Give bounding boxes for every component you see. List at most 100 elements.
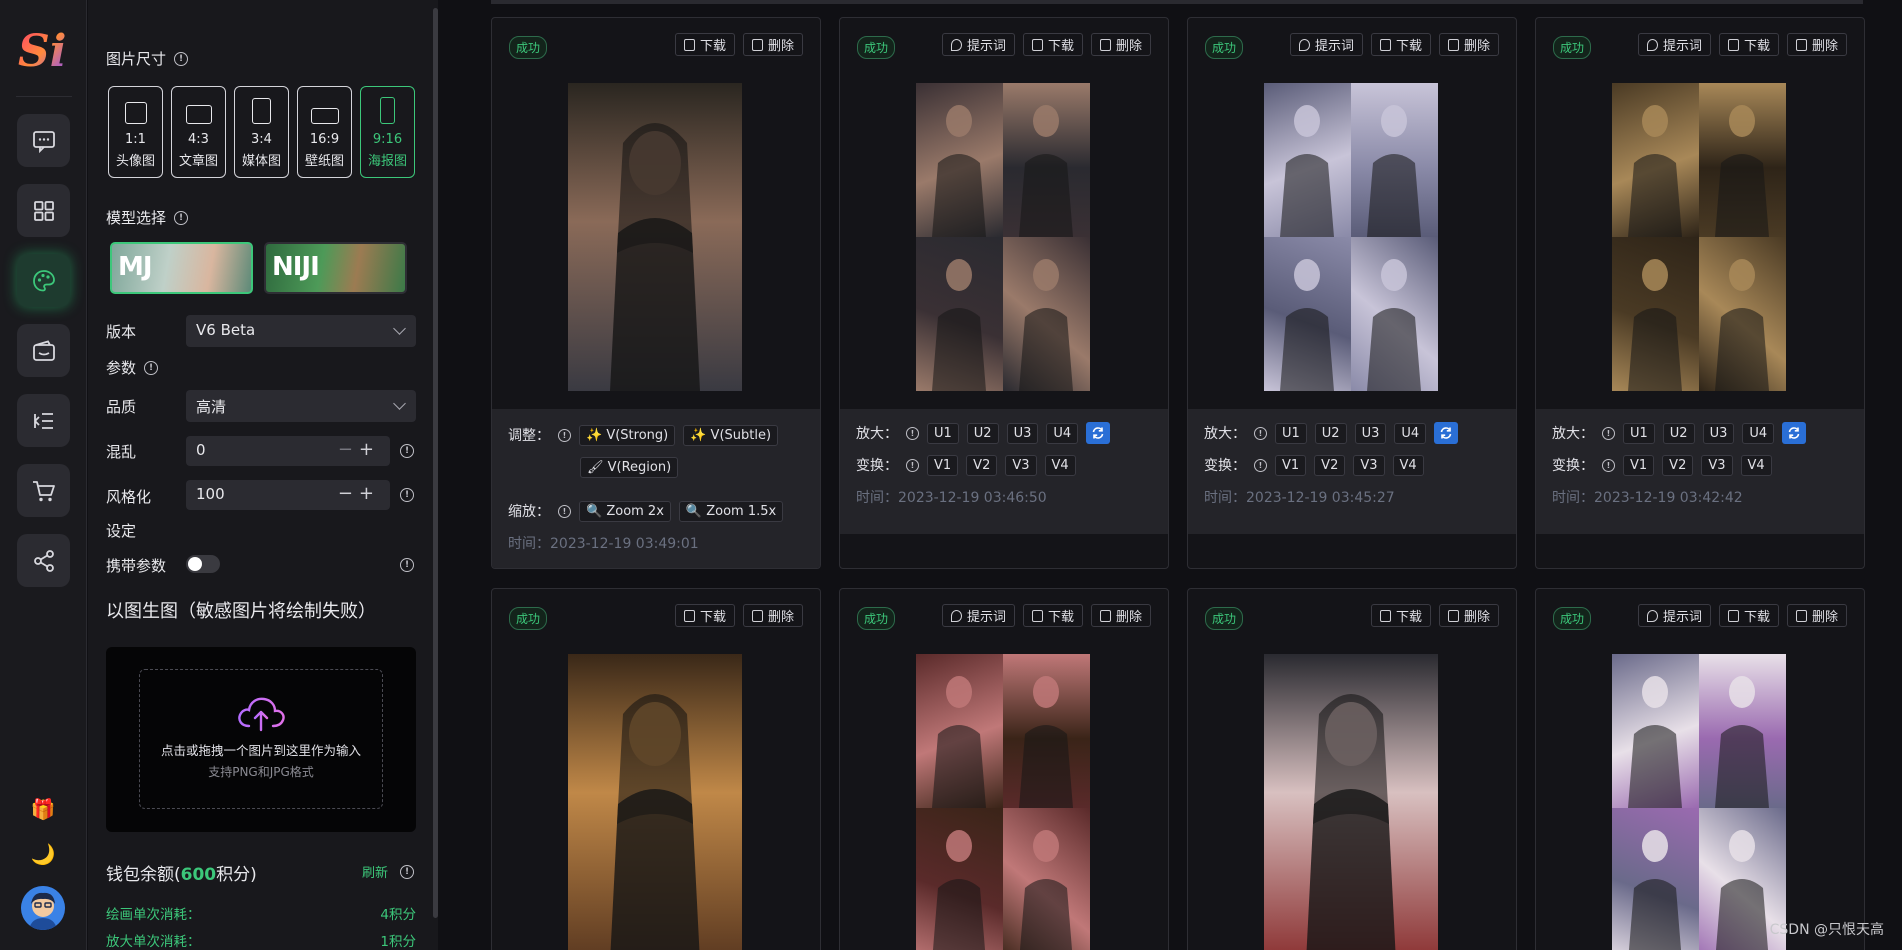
zoom-2x-button[interactable]: 🔍 Zoom 2x <box>579 500 671 522</box>
grid-image[interactable] <box>916 654 1003 808</box>
variation-v3-button[interactable]: V3 <box>1005 454 1037 476</box>
grid-image[interactable] <box>916 808 1003 950</box>
variation-v1-button[interactable]: V1 <box>1275 454 1307 476</box>
ratio-9-16[interactable]: 9:16 海报图 <box>360 86 415 178</box>
grid-image[interactable] <box>1003 83 1090 237</box>
delete-button[interactable]: 删除 <box>1090 604 1151 627</box>
upscale-u3-button[interactable]: U3 <box>1702 422 1735 444</box>
grid-image[interactable] <box>1612 654 1699 808</box>
variation-v2-button[interactable]: V2 <box>1662 454 1694 476</box>
delete-button[interactable]: 删除 <box>1438 604 1499 627</box>
grid-image[interactable] <box>1264 83 1351 237</box>
download-button[interactable]: 下载 <box>1370 33 1431 56</box>
chaos-stepper[interactable]: 0 −+ <box>186 436 390 466</box>
v-subtle-button[interactable]: ✨ V(Subtle) <box>683 424 779 446</box>
info-icon[interactable]: ! <box>400 444 414 458</box>
download-button[interactable]: 下载 <box>1718 33 1779 56</box>
ratio-4-3[interactable]: 4:3 文章图 <box>171 86 226 178</box>
variation-v4-button[interactable]: V4 <box>1740 454 1772 476</box>
stylize-stepper[interactable]: 100 −+ <box>186 480 390 510</box>
nav-list[interactable] <box>17 394 70 447</box>
nav-wallet[interactable] <box>17 324 70 377</box>
info-icon[interactable]: ! <box>906 426 919 440</box>
info-icon[interactable]: ! <box>1254 458 1267 472</box>
delete-button[interactable]: 删除 <box>1090 33 1151 56</box>
reroll-button[interactable] <box>1782 422 1807 444</box>
nav-apps[interactable] <box>17 184 70 237</box>
upload-area[interactable]: 点击或拖拽一个图片到这里作为输入 支持PNG和JPG格式 <box>106 647 416 832</box>
info-icon[interactable]: ! <box>1602 458 1615 472</box>
quality-select[interactable]: 高清 <box>186 390 416 422</box>
moon-icon[interactable]: 🌙 <box>29 840 57 868</box>
grid-image[interactable] <box>916 237 1003 391</box>
prompt-button[interactable]: 提示词 <box>1289 33 1363 56</box>
result-image[interactable] <box>1264 654 1438 950</box>
result-image[interactable] <box>568 83 742 391</box>
download-button[interactable]: 下载 <box>1718 604 1779 627</box>
grid-image[interactable] <box>1699 237 1786 391</box>
variation-v4-button[interactable]: V4 <box>1044 454 1076 476</box>
v-region-button[interactable]: 🖌 V(Region) <box>580 456 679 478</box>
download-button[interactable]: 下载 <box>1370 604 1431 627</box>
nav-cart[interactable] <box>17 464 70 517</box>
upscale-u2-button[interactable]: U2 <box>966 422 999 444</box>
prompt-button[interactable]: 提示词 <box>941 33 1015 56</box>
grid-image[interactable] <box>1351 83 1438 237</box>
info-icon[interactable]: ! <box>558 504 571 518</box>
ratio-3-4[interactable]: 3:4 媒体图 <box>234 86 289 178</box>
minus-icon[interactable]: − <box>338 483 359 504</box>
info-icon[interactable]: ! <box>144 360 159 375</box>
version-select[interactable]: V6 Beta <box>186 315 416 347</box>
grid-image[interactable] <box>1264 237 1351 391</box>
variation-v1-button[interactable]: V1 <box>927 454 959 476</box>
grid-image[interactable] <box>1699 83 1786 237</box>
delete-button[interactable]: 删除 <box>1786 33 1847 56</box>
info-icon[interactable]: ! <box>400 865 414 879</box>
grid-image[interactable] <box>1003 808 1090 950</box>
grid-image[interactable] <box>1699 654 1786 808</box>
v-strong-button[interactable]: ✨ V(Strong) <box>579 424 676 446</box>
info-icon[interactable]: ! <box>1602 426 1615 440</box>
carry-params-toggle[interactable] <box>186 555 220 573</box>
prompt-button[interactable]: 提示词 <box>1637 604 1711 627</box>
grid-image[interactable] <box>1612 83 1699 237</box>
upscale-u4-button[interactable]: U4 <box>1046 422 1079 444</box>
grid-image[interactable] <box>1003 654 1090 808</box>
nav-chat[interactable] <box>17 114 70 167</box>
variation-v1-button[interactable]: V1 <box>1623 454 1655 476</box>
variation-v2-button[interactable]: V2 <box>1314 454 1346 476</box>
upload-dropzone[interactable]: 点击或拖拽一个图片到这里作为输入 支持PNG和JPG格式 <box>139 669 383 809</box>
reroll-button[interactable] <box>1086 422 1111 444</box>
download-button[interactable]: 下载 <box>674 33 735 56</box>
upscale-u3-button[interactable]: U3 <box>1006 422 1039 444</box>
minus-icon[interactable]: − <box>338 439 359 460</box>
zoom-15x-button[interactable]: 🔍 Zoom 1.5x <box>678 500 784 522</box>
info-icon[interactable]: ! <box>174 210 189 225</box>
download-button[interactable]: 下载 <box>674 604 735 627</box>
nav-share[interactable] <box>17 534 70 587</box>
upscale-u1-button[interactable]: U1 <box>1275 422 1307 444</box>
grid-image[interactable] <box>1612 808 1699 950</box>
refresh-link[interactable]: 刷新 <box>362 862 388 881</box>
ratio-1-1[interactable]: 1:1 头像图 <box>108 86 163 178</box>
plus-icon[interactable]: + <box>359 439 380 460</box>
upscale-u4-button[interactable]: U4 <box>1742 422 1775 444</box>
plus-icon[interactable]: + <box>359 483 380 504</box>
nav-draw[interactable] <box>17 254 70 307</box>
info-icon[interactable]: ! <box>400 488 414 502</box>
download-button[interactable]: 下载 <box>1022 604 1083 627</box>
result-image[interactable] <box>568 654 742 950</box>
gift-icon[interactable]: 🎁 <box>29 795 57 823</box>
upscale-u2-button[interactable]: U2 <box>1662 422 1695 444</box>
upscale-u4-button[interactable]: U4 <box>1394 422 1427 444</box>
prompt-button[interactable]: 提示词 <box>941 604 1015 627</box>
stepper-controls[interactable]: −+ <box>338 439 380 460</box>
variation-v3-button[interactable]: V3 <box>1701 454 1733 476</box>
info-icon[interactable]: ! <box>400 558 414 572</box>
delete-button[interactable]: 删除 <box>742 604 803 627</box>
delete-button[interactable]: 删除 <box>1786 604 1847 627</box>
variation-v3-button[interactable]: V3 <box>1353 454 1385 476</box>
avatar[interactable] <box>21 886 65 930</box>
delete-button[interactable]: 删除 <box>1438 33 1499 56</box>
info-icon[interactable]: ! <box>558 428 571 442</box>
